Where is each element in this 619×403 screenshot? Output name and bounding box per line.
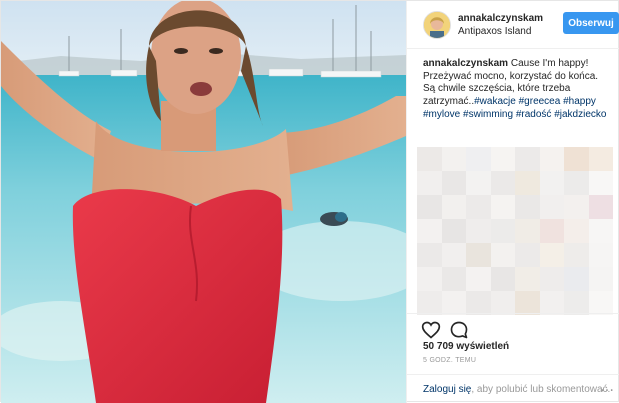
blur-cell <box>588 147 613 171</box>
blur-cell <box>515 243 540 267</box>
login-prompt-text: , aby polubić lub skomentować. <box>471 384 611 395</box>
blur-cell <box>588 267 613 291</box>
post-sidebar: annakalczynskam Antipaxos Island Obserwu… <box>406 1 619 403</box>
blur-cell <box>564 243 589 267</box>
blur-cell <box>539 171 564 195</box>
follow-button[interactable]: Obserwuj <box>563 12 619 34</box>
more-options-button[interactable]: … <box>600 379 614 395</box>
blur-cell <box>515 291 540 315</box>
blur-cell <box>564 267 589 291</box>
hashtag[interactable]: #radość <box>516 109 552 120</box>
blur-cell <box>490 147 515 171</box>
blur-cell <box>539 195 564 219</box>
like-button[interactable] <box>421 320 441 340</box>
blur-cell <box>417 291 442 315</box>
blur-cell <box>466 147 491 171</box>
view-count: 50 709 wyświetleń <box>423 341 510 352</box>
blur-cell <box>490 219 515 243</box>
blur-cell <box>490 171 515 195</box>
comment-icon <box>450 321 468 339</box>
header-location[interactable]: Antipaxos Island <box>458 26 531 37</box>
blur-cell <box>564 171 589 195</box>
blur-cell <box>417 219 442 243</box>
hashtag[interactable]: #greecea <box>519 96 561 107</box>
blur-cell <box>564 291 589 315</box>
blur-cell <box>588 219 613 243</box>
blur-cell <box>466 219 491 243</box>
blur-cell <box>490 243 515 267</box>
blur-cell <box>539 291 564 315</box>
hashtag[interactable]: #swimming <box>463 109 513 120</box>
blur-cell <box>466 243 491 267</box>
blur-cell <box>417 195 442 219</box>
blur-cell <box>417 267 442 291</box>
blur-cell <box>417 171 442 195</box>
blur-cell <box>539 219 564 243</box>
blur-cell <box>441 195 466 219</box>
blur-cell <box>466 195 491 219</box>
blur-cell <box>515 171 540 195</box>
blur-cell <box>466 291 491 315</box>
blur-cell <box>539 243 564 267</box>
post-time[interactable]: 5 GODZ. TEMU <box>423 357 476 364</box>
hashtag[interactable]: #jakdziecko <box>554 109 606 120</box>
blur-cell <box>588 243 613 267</box>
blur-cell <box>490 267 515 291</box>
avatar-image <box>424 12 450 38</box>
blur-cell <box>588 195 613 219</box>
post-footer: Zaloguj się, aby polubić lub skomentować… <box>407 374 619 403</box>
blur-cell <box>515 147 540 171</box>
login-prompt: Zaloguj się, aby polubić lub skomentować… <box>423 384 610 395</box>
blur-cell <box>515 219 540 243</box>
blur-cell <box>441 147 466 171</box>
blur-cell <box>466 171 491 195</box>
blur-cell <box>539 267 564 291</box>
blur-cell <box>490 195 515 219</box>
blur-cell <box>564 147 589 171</box>
post-video[interactable] <box>1 1 406 403</box>
heart-icon <box>421 321 441 339</box>
blur-cell <box>588 291 613 315</box>
blurred-comments-area <box>417 147 613 315</box>
hashtag[interactable]: #mylove <box>423 109 460 120</box>
header-username[interactable]: annakalczynskam <box>458 13 543 24</box>
blur-cell <box>490 291 515 315</box>
hashtag[interactable]: #happy <box>563 96 596 107</box>
blur-cell <box>515 195 540 219</box>
blur-cell <box>441 267 466 291</box>
post-header: annakalczynskam Antipaxos Island Obserwu… <box>407 1 619 49</box>
blur-cell <box>564 219 589 243</box>
blur-cell <box>441 219 466 243</box>
blur-cell <box>417 147 442 171</box>
blur-cell <box>466 267 491 291</box>
instagram-post: annakalczynskam Antipaxos Island Obserwu… <box>0 0 619 403</box>
login-link[interactable]: Zaloguj się <box>423 384 471 395</box>
blur-cell <box>515 267 540 291</box>
blur-cell <box>417 243 442 267</box>
comment-button[interactable] <box>449 320 469 340</box>
beach-scene-image <box>1 1 406 403</box>
blur-cell <box>539 147 564 171</box>
avatar[interactable] <box>423 11 451 39</box>
blur-cell <box>441 291 466 315</box>
post-actions <box>407 313 619 343</box>
blur-cell <box>441 243 466 267</box>
hashtag[interactable]: #wakacje <box>474 96 516 107</box>
caption-username[interactable]: annakalczynskam <box>423 58 508 69</box>
blur-cell <box>588 171 613 195</box>
blur-cell <box>564 195 589 219</box>
blur-cell <box>441 171 466 195</box>
post-caption: annakalczynskam Cause I'm happy! Przeżyw… <box>423 58 613 122</box>
